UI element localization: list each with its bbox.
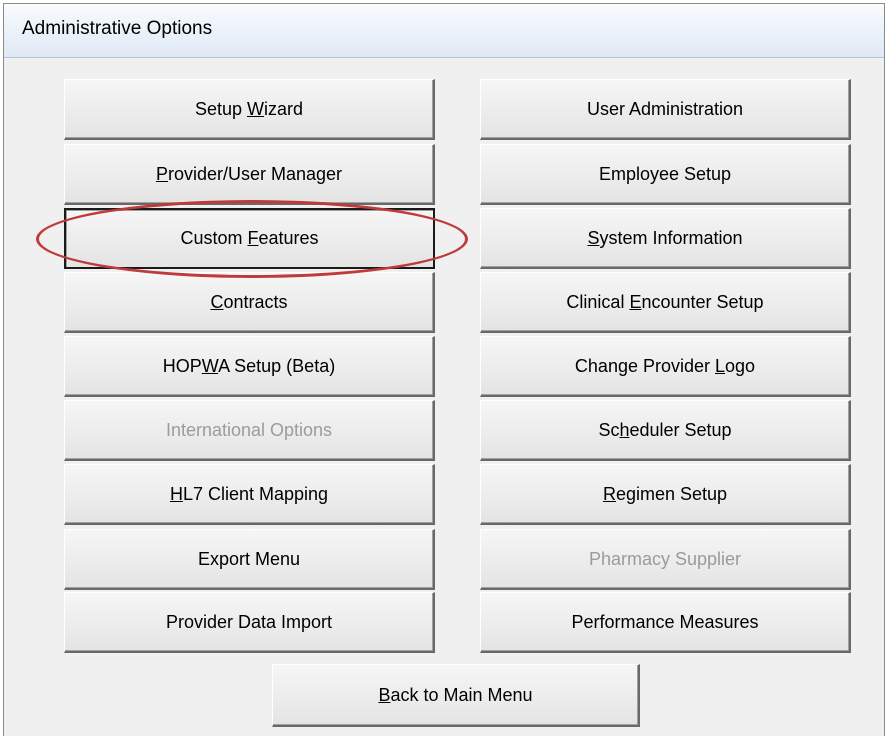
button-label: Provider/User Manager	[155, 163, 343, 184]
button-label: Clinical Encounter Setup	[566, 291, 764, 312]
regimen-setup-button[interactable]: Regimen Setup	[480, 464, 851, 525]
button-label: Back to Main Menu	[378, 684, 533, 705]
button-label: Contracts	[210, 291, 288, 312]
button-label: Setup Wizard	[194, 98, 304, 119]
button-label: User Administration	[586, 98, 744, 119]
pharmacy-supplier-button[interactable]: Pharmacy Supplier	[480, 529, 851, 590]
user-administration-button[interactable]: User Administration	[480, 79, 851, 140]
button-label: Export Menu	[197, 548, 301, 569]
performance-measures-button[interactable]: Performance Measures	[480, 592, 851, 653]
setup-wizard-button[interactable]: Setup Wizard	[64, 79, 435, 140]
provider-user-manager-button[interactable]: Provider/User Manager	[64, 144, 435, 205]
button-label: Performance Measures	[571, 611, 759, 632]
button-label: HOPWA Setup (Beta)	[162, 355, 336, 376]
hopwa-setup-button[interactable]: HOPWA Setup (Beta)	[64, 336, 435, 397]
button-label: System Information	[587, 227, 743, 248]
back-to-main-menu-button[interactable]: Back to Main Menu	[272, 664, 640, 727]
system-information-button[interactable]: System Information	[480, 208, 851, 269]
contracts-button[interactable]: Contracts	[64, 272, 435, 333]
administrative-options-window: Administrative Options Setup Wizard Prov…	[3, 3, 885, 736]
button-label: Scheduler Setup	[598, 419, 732, 440]
hl7-client-mapping-button[interactable]: HL7 Client Mapping	[64, 464, 435, 525]
button-label: Provider Data Import	[165, 611, 333, 632]
button-label: HL7 Client Mapping	[169, 483, 329, 504]
export-menu-button[interactable]: Export Menu	[64, 529, 435, 590]
scheduler-setup-button[interactable]: Scheduler Setup	[480, 400, 851, 461]
change-provider-logo-button[interactable]: Change Provider Logo	[480, 336, 851, 397]
button-label: Employee Setup	[598, 163, 732, 184]
international-options-button[interactable]: International Options	[64, 400, 435, 461]
window-title: Administrative Options	[22, 18, 213, 39]
provider-data-import-button[interactable]: Provider Data Import	[64, 592, 435, 653]
button-label: International Options	[165, 419, 333, 440]
button-label: Change Provider Logo	[574, 355, 756, 376]
custom-features-button[interactable]: Custom Features	[64, 208, 435, 269]
button-label: Pharmacy Supplier	[588, 548, 742, 569]
button-label: Regimen Setup	[602, 483, 728, 504]
employee-setup-button[interactable]: Employee Setup	[480, 144, 851, 205]
button-label: Custom Features	[180, 228, 319, 248]
clinical-encounter-setup-button[interactable]: Clinical Encounter Setup	[480, 272, 851, 333]
title-bar: Administrative Options	[4, 4, 884, 58]
